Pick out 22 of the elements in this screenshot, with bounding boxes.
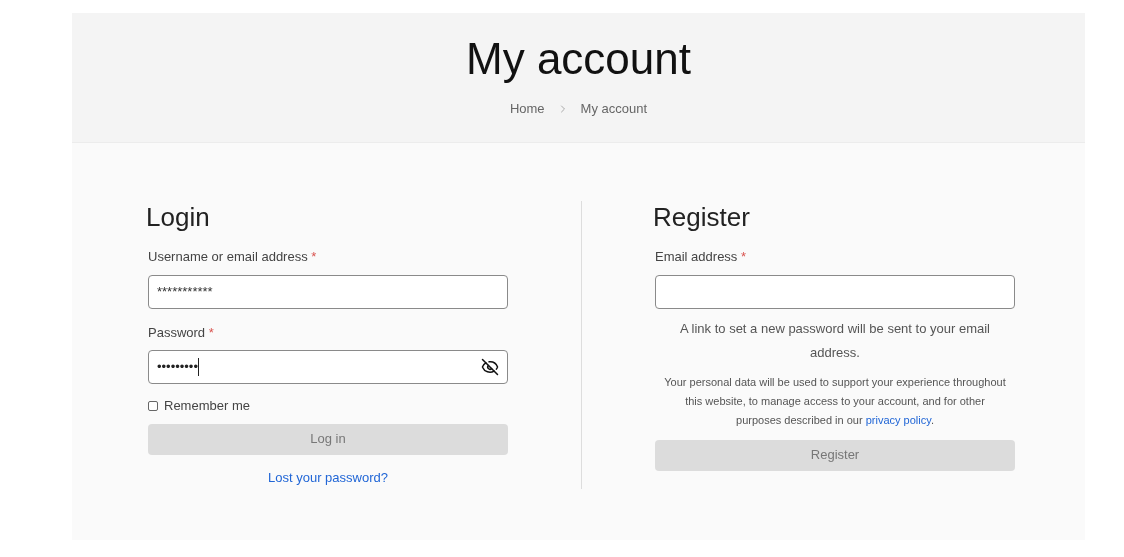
- field-label: Password *: [148, 323, 215, 342]
- hide-password-icon[interactable]: [481, 358, 499, 376]
- breadcrumb-item: My account: [580, 100, 648, 118]
- username-field[interactable]: ***********: [148, 274, 508, 309]
- lost-password-link[interactable]: Lost your password?: [268, 469, 388, 485]
- password-notice: A link to set a new password will be sent to your email address.: [679, 319, 991, 362]
- remember-checkbox[interactable]: [148, 400, 158, 411]
- login-button[interactable]: Log in: [148, 423, 508, 455]
- field-label: Username or email address *: [148, 248, 318, 266]
- page-title: My account: [466, 33, 691, 85]
- field-value: •••••••••: [157, 358, 198, 377]
- register-heading: Register: [653, 201, 751, 233]
- password-field[interactable]: •••••••••: [148, 350, 508, 384]
- field-label: Email address *: [655, 248, 748, 266]
- privacy-notice: Your personal data will be used to support your experience throughout this website, to manage access to your account, and for other purposes described in our privacy policy.: [663, 374, 1007, 428]
- register-button[interactable]: Register: [655, 439, 1015, 471]
- login-heading: Login: [146, 201, 211, 233]
- field-value: ***********: [157, 282, 213, 301]
- checkbox-label: Remember me: [164, 397, 250, 415]
- breadcrumb-item[interactable]: Home: [509, 99, 545, 119]
- privacy-policy-link[interactable]: privacy policy: [865, 413, 931, 426]
- email-field[interactable]: [655, 274, 1015, 309]
